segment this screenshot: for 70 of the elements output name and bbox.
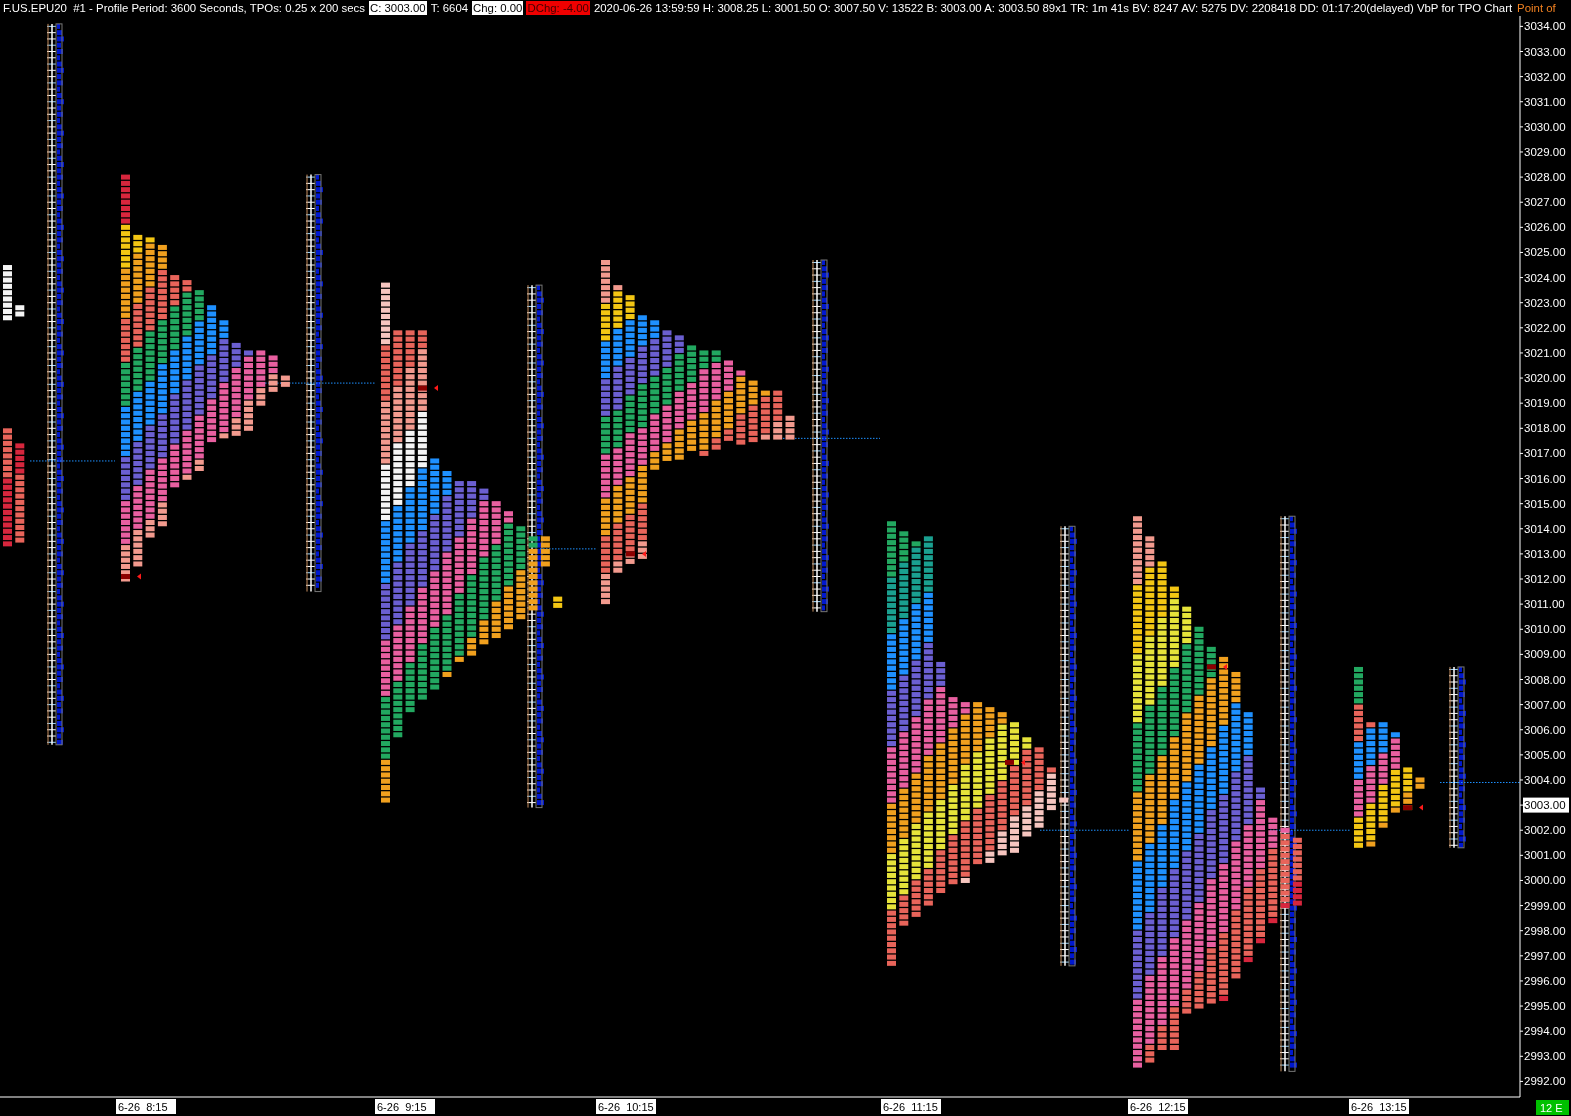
time-label: 6-26 11:15 <box>881 1099 941 1114</box>
price-label: 3006.00 <box>1524 723 1566 736</box>
header-field: F.US.EPU20 #1 - Profile Period: 3600 Seconds, TPOs: 0.25 x 200 secs <box>2 1 366 15</box>
status-badge: 12 E <box>1536 1100 1569 1115</box>
price-label: 3002.00 <box>1524 824 1566 837</box>
price-label: 3010.00 <box>1524 623 1566 636</box>
price-label: 3022.00 <box>1524 321 1566 334</box>
header-field: DChg: -4.00 <box>526 1 590 15</box>
marker-block <box>1005 759 1014 765</box>
price-label: 3017.00 <box>1524 447 1566 460</box>
price-label: 3030.00 <box>1524 120 1566 133</box>
triangle-marker-icon <box>1419 804 1423 811</box>
price-label: 3009.00 <box>1524 648 1566 661</box>
price-label: 3027.00 <box>1524 196 1566 209</box>
price-label: 3001.00 <box>1524 849 1566 862</box>
header-field: Chg: 0.00 <box>472 1 524 15</box>
price-label: 3033.00 <box>1524 45 1566 58</box>
marker-block <box>1207 664 1216 670</box>
price-label: 2995.00 <box>1524 1000 1566 1013</box>
price-label: 3025.00 <box>1524 246 1566 259</box>
price-label: 3015.00 <box>1524 497 1566 510</box>
header-field: 2020-06-26 13:59:59 H: 3008.25 L: 3001.50 O: 3007.50 V: 13522 B: 3003.00 A: 3003.50 89x1 TR: 1m 41s BV: 8247 AV: 5275 DV: 2208418 DD: 01:17:20(delayed) VbP for TPO Chart <box>592 1 1514 15</box>
time-label: 6-26 12:15 <box>1128 1099 1188 1114</box>
time-label: 6-26 9:15 <box>375 1099 435 1114</box>
price-label: 3031.00 <box>1524 95 1566 108</box>
price-label: 3014.00 <box>1524 522 1566 535</box>
price-label: 3028.00 <box>1524 171 1566 184</box>
price-label: 3011.00 <box>1524 598 1565 611</box>
price-label: 3023.00 <box>1524 296 1566 309</box>
poc-line <box>539 548 597 550</box>
triangle-marker-icon <box>434 385 438 392</box>
price-label: 3029.00 <box>1524 146 1566 158</box>
price-label: 3018.00 <box>1524 422 1566 435</box>
triangle-marker-icon <box>1223 663 1227 670</box>
price-label: 3032.00 <box>1524 70 1566 83</box>
price-label: 3004.00 <box>1524 774 1566 786</box>
price-label: 2992.00 <box>1524 1075 1566 1088</box>
time-label: 6-26 8:15 <box>116 1099 176 1114</box>
price-label: 3020.00 <box>1524 372 1566 385</box>
price-label: 2998.00 <box>1524 924 1566 937</box>
price-label: 2999.00 <box>1524 899 1566 912</box>
triangle-marker-icon <box>137 573 141 580</box>
marker-block <box>418 385 427 391</box>
time-label: 6-26 10:15 <box>596 1099 656 1114</box>
price-label: 2997.00 <box>1524 949 1566 962</box>
price-label: 3012.00 <box>1524 573 1566 585</box>
price-label: 3003.00 <box>1523 797 1569 813</box>
marker-block <box>626 551 635 557</box>
time-label: 6-26 13:15 <box>1349 1099 1409 1114</box>
price-label: 3024.00 <box>1524 271 1566 284</box>
price-label: 3016.00 <box>1524 472 1566 485</box>
header-field: T: 6604 <box>429 1 470 15</box>
price-label: 3007.00 <box>1524 698 1566 711</box>
marker-block <box>121 574 130 579</box>
price-label: 3019.00 <box>1524 397 1566 410</box>
header-field: Point of <box>1516 1 1557 15</box>
triangle-marker-icon <box>642 550 646 557</box>
price-label: 3005.00 <box>1524 748 1566 761</box>
price-label: 2994.00 <box>1524 1025 1566 1038</box>
price-label: 3013.00 <box>1524 547 1566 560</box>
price-label: 3034.00 <box>1524 20 1566 33</box>
price-label: 2996.00 <box>1524 974 1566 987</box>
price-label: 3000.00 <box>1524 874 1566 887</box>
marker-block <box>1403 805 1412 811</box>
price-label: 3021.00 <box>1524 346 1566 359</box>
triangle-marker-icon <box>1021 759 1025 766</box>
header-field: C: 3003.00 <box>368 1 427 15</box>
price-label: 3008.00 <box>1524 673 1566 686</box>
price-label: 2993.00 <box>1524 1050 1566 1063</box>
price-label: 3026.00 <box>1524 221 1566 234</box>
